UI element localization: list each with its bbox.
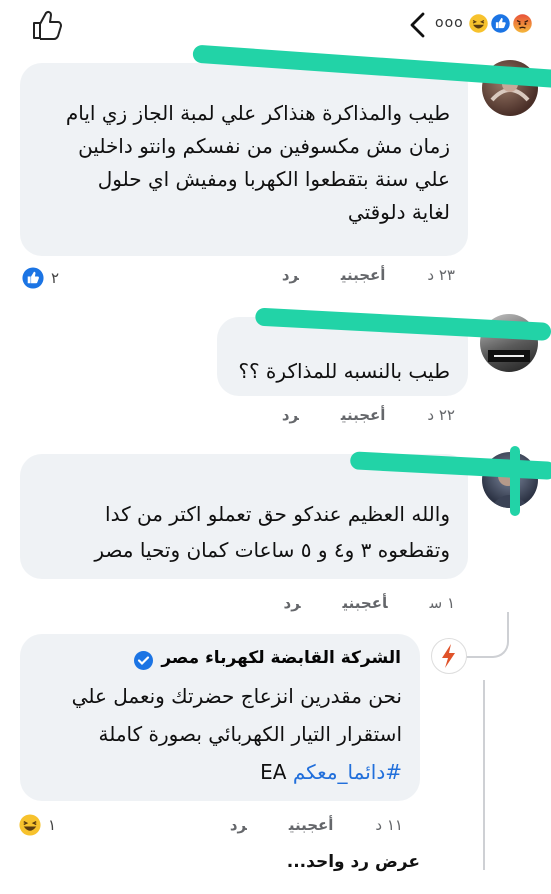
verified-badge-icon <box>134 651 153 670</box>
redaction-stroke <box>510 446 520 516</box>
comment-bubble-2: طيب بالنسبه للمذاكرة ؟؟ <box>217 307 551 396</box>
reply-text-line: استقرار التيار الكهربائي بصورة كاملة <box>98 722 402 746</box>
like-button[interactable]: أعجبني <box>341 266 386 284</box>
hashtag-link[interactable]: #دائما_معكم <box>293 760 402 784</box>
back-chevron-icon[interactable] <box>405 10 431 40</box>
like-button[interactable]: أعجبني <box>343 594 388 612</box>
comment-bubble-1: طيب والمذاكرة هنذاكر علي لمبة الجاز زي ا… <box>20 44 551 256</box>
comment-text-line: علي سنة بتقطعوا الكهربا ومفيش اي حلول <box>97 167 450 191</box>
like-outline-icon[interactable] <box>30 8 64 42</box>
comment-text-line: والله العظيم عندكو حق تعملو اكتر من كدا <box>105 502 450 526</box>
reply-actions: ١١ د أعجبني رد <box>188 816 403 834</box>
reaction-count-reply[interactable]: ١ <box>18 813 56 837</box>
reply-author[interactable]: الشركة القابضة لكهرباء مصر <box>161 648 401 668</box>
reply-sign: EA <box>260 760 287 784</box>
comment-actions-3: ١ س أعجبني رد <box>242 594 456 612</box>
comment-time: ٢٣ د <box>427 266 455 284</box>
comment-bubble-3: والله العظيم عندكو حق تعملو اكتر من كدا … <box>20 451 551 579</box>
author-name-redaction <box>254 307 551 341</box>
comment-text-line: وتقطعوه ٣ و٤ و ٥ ساعات كمان وتحيا مصر <box>94 538 450 562</box>
reaction-count: ٢ <box>51 269 60 287</box>
reactions-header: ooo <box>0 0 551 52</box>
comment-text-line: لغاية دلوقتي <box>347 200 450 224</box>
like-button[interactable]: أعجبني <box>341 406 386 424</box>
comment-time: ١١ د <box>375 816 403 834</box>
comment-text-line: طيب بالنسبه للمذاكرة ؟؟ <box>238 359 450 383</box>
reaction-count-1[interactable]: ٢ <box>21 266 59 290</box>
view-more-replies-link[interactable]: عرض رد واحد... <box>287 852 420 872</box>
haha-reaction-icon <box>19 814 41 836</box>
comment-actions-2: ٢٢ د أعجبني رد <box>240 406 455 424</box>
comment-text-line: زمان مش مكسوفين من نفسكم وانتو داخلين <box>78 134 450 158</box>
lightning-logo-icon <box>442 644 455 668</box>
comment-time: ١ س <box>429 594 455 612</box>
reply-signature-line: #دائما_معكم EA <box>260 756 402 789</box>
comment-actions-1: ٢٣ د أعجبني رد <box>240 266 455 284</box>
like-reaction-icon <box>22 267 44 289</box>
reaction-summary[interactable] <box>466 11 546 37</box>
like-button[interactable]: أعجبني <box>289 816 334 834</box>
reply-text-line: نحن مقدرين انزعاج حضرتك ونعمل علي <box>71 684 402 708</box>
thread-connector-line <box>455 680 485 870</box>
reaction-count: ١ <box>48 816 57 834</box>
reply-button[interactable]: رد <box>282 406 299 424</box>
reply-button[interactable]: رد <box>230 816 247 834</box>
more-options[interactable]: ooo <box>435 15 464 31</box>
comment-text-line: طيب والمذاكرة هنذاكر علي لمبة الجاز زي ا… <box>65 101 450 125</box>
reply-button[interactable]: رد <box>282 266 299 284</box>
angry-reaction-icon <box>510 11 535 36</box>
comment-time: ٢٢ د <box>427 406 455 424</box>
reply-button[interactable]: رد <box>284 594 301 612</box>
page-avatar[interactable] <box>431 638 467 674</box>
